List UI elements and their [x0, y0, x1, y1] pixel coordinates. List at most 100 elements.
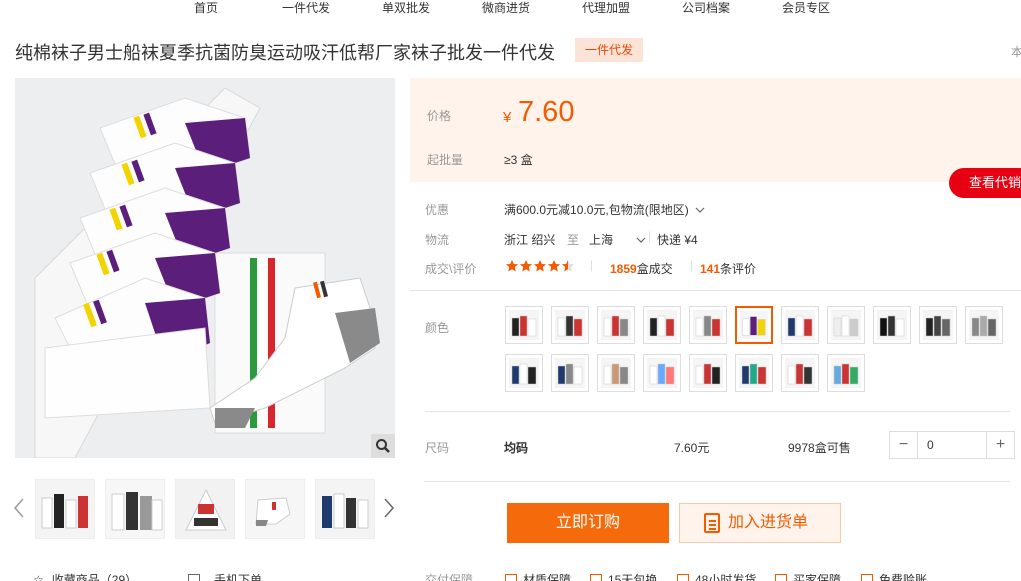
- add-to-cart-label: 加入进货单: [728, 514, 809, 531]
- logistics-express: 快递 ¥4: [657, 233, 698, 247]
- order-now-button[interactable]: 立即订购: [507, 503, 669, 543]
- logistics-destination[interactable]: 上海: [589, 231, 646, 248]
- socks-box-illustration: [15, 78, 395, 458]
- thumbnail-5[interactable]: [315, 479, 375, 539]
- guarantee-icon: [677, 574, 689, 581]
- magnifier-icon: [376, 439, 390, 453]
- color-swatch[interactable]: [505, 354, 543, 392]
- truncated-text: 本: [1011, 45, 1021, 59]
- color-swatch[interactable]: [827, 306, 865, 344]
- deals-separator-2: |: [690, 258, 694, 272]
- nav-company[interactable]: 公司档案: [682, 0, 730, 16]
- logistics-to-word: 至: [567, 233, 580, 247]
- guarantee-1[interactable]: 材质保障: [505, 571, 571, 581]
- nav-member[interactable]: 会员专区: [782, 0, 830, 16]
- color-swatch[interactable]: [689, 306, 727, 344]
- size-price: 7.60元: [674, 441, 710, 455]
- color-swatch[interactable]: [827, 354, 865, 392]
- thumbnail-2[interactable]: [105, 479, 165, 539]
- favorite-text: 收藏商品（29）: [51, 573, 138, 581]
- color-swatch[interactable]: [643, 306, 681, 344]
- color-swatch[interactable]: [965, 306, 1003, 344]
- nav-home[interactable]: 首页: [194, 0, 218, 16]
- thumbnail-3[interactable]: [175, 479, 235, 539]
- nav-dropship[interactable]: 一件代发: [282, 0, 330, 16]
- color-swatch[interactable]: [551, 354, 589, 392]
- mobile-order-text: 手机下单: [214, 573, 263, 581]
- size-name: 均码: [504, 441, 529, 455]
- color-swatch[interactable]: [643, 354, 681, 392]
- logistics-from: 浙江 绍兴: [504, 233, 556, 247]
- nav-agent[interactable]: 代理加盟: [582, 0, 630, 16]
- review-unit: 条评价: [720, 262, 757, 276]
- color-swatch[interactable]: [597, 354, 635, 392]
- check-dropship-price-button[interactable]: 查看代销价: [949, 168, 1021, 198]
- sales-count[interactable]: 1859盒成交: [610, 260, 673, 277]
- guarantee-2[interactable]: 15天包换: [590, 571, 657, 581]
- moq-value: ≥3 盒: [504, 153, 533, 167]
- thumbs-prev-arrow-icon[interactable]: [12, 497, 26, 519]
- sock-thumbnail-icon: [739, 358, 769, 388]
- guarantee-3[interactable]: 48小时发货: [677, 571, 756, 581]
- guarantee-text: 材质保障: [523, 573, 572, 581]
- quantity-input[interactable]: [919, 432, 987, 458]
- color-swatch[interactable]: [551, 306, 589, 344]
- color-swatch[interactable]: [735, 354, 773, 392]
- promo-value[interactable]: 满600.0元减10.0元,包物流(限地区): [504, 201, 705, 218]
- sock-thumbnail-icon: [509, 358, 539, 388]
- color-swatch[interactable]: [781, 306, 819, 344]
- mobile-order-link[interactable]: 手机下单: [188, 571, 262, 581]
- sock-thumbnail-icon: [647, 358, 677, 388]
- logistics-separator: |: [648, 229, 652, 243]
- favorite-link[interactable]: ☆ 收藏商品（29）: [33, 571, 137, 581]
- nav-wechat[interactable]: 微商进货: [482, 0, 530, 16]
- sock-thumbnail-icon: [601, 358, 631, 388]
- quantity-plus-button[interactable]: +: [986, 432, 1014, 458]
- add-to-cart-button[interactable]: 加入进货单: [679, 503, 841, 543]
- color-swatch[interactable]: [689, 354, 727, 392]
- quantity-minus-button[interactable]: −: [890, 432, 918, 458]
- sock-thumbnail-icon: [923, 310, 953, 340]
- sock-thumbnail-icon: [693, 358, 723, 388]
- zoom-button[interactable]: [371, 434, 395, 458]
- color-swatch[interactable]: [781, 354, 819, 392]
- sock-thumbnail-icon: [509, 310, 539, 340]
- nav-wholesale[interactable]: 单双批发: [382, 0, 430, 16]
- top-nav: 首页 一件代发 单双批发 微商进货 代理加盟 公司档案 会员专区: [0, 0, 1021, 18]
- qrcode-icon: [188, 574, 200, 581]
- logistics-label: 物流: [425, 233, 450, 247]
- sock-thumbnail-icon: [693, 310, 723, 340]
- price-currency: ¥: [503, 109, 512, 126]
- sock-thumbnail-icon: [877, 310, 907, 340]
- guarantee-text: 48小时发货: [695, 573, 757, 581]
- review-count[interactable]: 141条评价: [700, 260, 756, 277]
- dropship-tag: 一件代发: [575, 38, 643, 62]
- color-swatch[interactable]: [735, 306, 773, 344]
- guarantee-text: 免费赊账: [879, 573, 928, 581]
- guarantee-4[interactable]: 买家保障: [775, 571, 841, 581]
- size-label: 尺码: [425, 441, 450, 455]
- thumbnail-1[interactable]: [35, 479, 95, 539]
- guarantee-5[interactable]: 免费赊账: [861, 571, 927, 581]
- thumbs-next-arrow-icon[interactable]: [382, 497, 396, 519]
- rating-stars: [505, 259, 580, 276]
- color-swatch[interactable]: [597, 306, 635, 344]
- color-swatch[interactable]: [873, 306, 911, 344]
- color-swatch[interactable]: [919, 306, 957, 344]
- color-swatch[interactable]: [505, 306, 543, 344]
- guarantee-text: 买家保障: [793, 573, 842, 581]
- sock-thumbnail-icon: [601, 310, 631, 340]
- color-label: 颜色: [425, 321, 450, 335]
- price-value: 7.60: [518, 96, 575, 128]
- thumbnail-4[interactable]: [245, 479, 305, 539]
- product-title: 纯棉袜子男士船袜夏季抗菌防臭运动吸汗低帮厂家袜子批发一件代发: [15, 43, 555, 63]
- price-panel: [410, 78, 1021, 182]
- guarantee-label: 交付保障: [425, 573, 474, 581]
- main-product-image[interactable]: [15, 78, 395, 458]
- sock-thumbnail-icon: [555, 358, 585, 388]
- size-stock: 9978盒可售: [788, 441, 851, 455]
- clipboard-icon: [704, 513, 720, 533]
- divider-2: [425, 411, 1010, 412]
- promo-text: 满600.0元减10.0元,包物流(限地区): [504, 203, 689, 217]
- guarantee-text: 15天包换: [608, 573, 658, 581]
